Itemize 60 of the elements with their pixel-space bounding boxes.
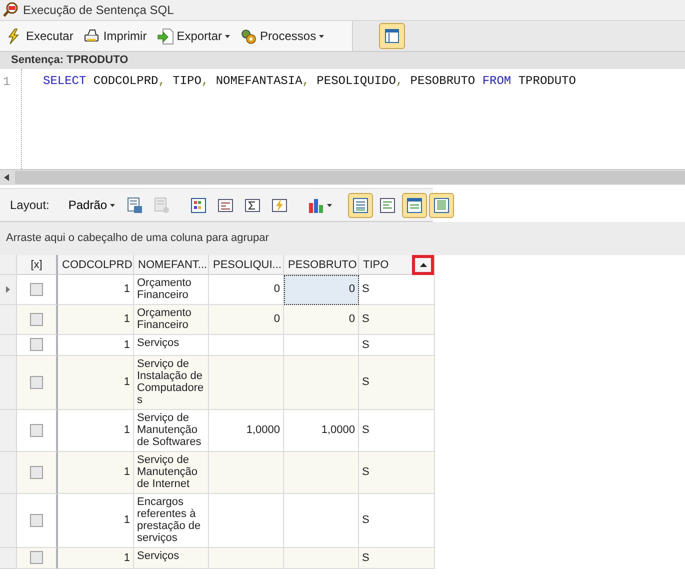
bar-chart-icon: [308, 196, 326, 214]
layout-label: Layout:: [9, 198, 50, 212]
table-cell: 0: [284, 305, 359, 335]
table-cell: Serviços: [134, 548, 209, 569]
toolbar-button[interactable]: Imprimir: [79, 26, 151, 46]
save-layout-icon: [126, 196, 144, 214]
grid-footer-icon: [379, 196, 396, 214]
table-cell: 1: [58, 356, 134, 410]
grid-stripes-icon: [433, 196, 450, 214]
checkbox[interactable]: [30, 551, 43, 564]
columns-icon: [217, 196, 234, 214]
sum-icon: [244, 196, 262, 214]
grid-header-icon: [406, 196, 424, 214]
checkbox[interactable]: [30, 338, 43, 351]
horizontal-scrollbar[interactable]: [0, 170, 685, 185]
export-icon: [156, 28, 174, 44]
row-indicator-header: [0, 255, 17, 275]
table-cell: 0: [284, 275, 359, 305]
table-cell: 0: [209, 305, 284, 335]
checkbox[interactable]: [30, 312, 43, 326]
delete-layout-icon: [153, 196, 170, 214]
checkbox[interactable]: [30, 466, 43, 478]
scroll-left-icon: [4, 174, 9, 181]
table-cell: 1: [58, 548, 134, 569]
checkbox[interactable]: [30, 282, 43, 296]
gears-icon: [240, 28, 258, 44]
sql-code: SELECT CODCOLPRD, TIPO, NOMEFANTASIA, PESOLIQUIDO, PESOBRUTO FROM TPRODUTO: [42, 73, 576, 88]
group-panel-hint: Arraste aqui o cabeçalho de uma coluna para agrupar: [0, 222, 685, 255]
toolbar-button[interactable]: [429, 192, 454, 218]
checkbox[interactable]: [30, 514, 43, 526]
grid-colors-icon: [190, 196, 208, 214]
toolbar-button[interactable]: Executar: [2, 26, 78, 46]
lightning-grid-icon: [271, 196, 288, 214]
table-cell: S: [359, 356, 435, 410]
toolbar-button[interactable]: Processos: [236, 26, 328, 46]
window-title: Execução de Sentença SQL: [23, 3, 174, 17]
checkbox[interactable]: [30, 376, 43, 388]
row-header[interactable]: [0, 275, 17, 305]
editor-title: Sentença: TPRODUTO: [0, 52, 685, 69]
checkbox[interactable]: [30, 424, 43, 436]
column-header[interactable]: [x]: [17, 255, 58, 275]
grid-lines-icon: [352, 196, 370, 214]
layout-toggle-button[interactable]: [379, 23, 406, 49]
table-cell: 1: [58, 452, 134, 494]
table-cell: S: [359, 452, 435, 494]
table-cell: Orçamento Financeiro: [134, 305, 209, 335]
magnifier-icon: [3, 2, 19, 18]
table-cell: 1: [58, 305, 134, 335]
toolbar-button[interactable]: [348, 192, 374, 218]
printer-icon: [83, 28, 100, 44]
line-number: 1: [0, 69, 22, 169]
toolbar-button[interactable]: Exportar: [152, 26, 234, 46]
table-cell: S: [359, 305, 435, 335]
table-cell: Serviço de Instalação de Computadores: [134, 356, 209, 410]
table-cell: Serviço de Manutenção de Internet: [134, 452, 209, 494]
table-cell: S: [359, 548, 435, 569]
toolbar-button[interactable]: [402, 192, 428, 218]
current-row-icon: [6, 286, 10, 293]
window-icon: [384, 28, 400, 44]
layout-dropdown[interactable]: Padrão: [65, 196, 118, 214]
